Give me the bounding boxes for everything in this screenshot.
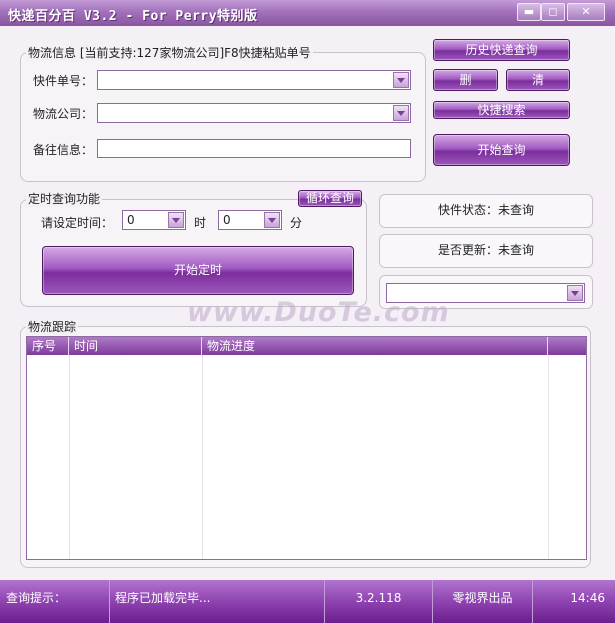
minute-value: 0 <box>223 213 231 227</box>
chevron-down-icon[interactable] <box>168 212 184 228</box>
hour-value: 0 <box>127 213 135 227</box>
column-time <box>69 355 203 559</box>
tracking-group-label: 物流跟踪 <box>26 318 79 335</box>
version-text: 3.2.118 <box>325 580 433 623</box>
window-title: 快递百分百 V3.2 - For Perry特别版 <box>8 9 258 24</box>
set-time-label: 请设定时间： <box>41 216 114 230</box>
company-select[interactable] <box>97 103 411 123</box>
chevron-down-icon[interactable] <box>567 285 583 301</box>
column-header-progress[interactable]: 物流进度 <box>202 337 548 355</box>
tracking-number-input[interactable] <box>97 70 411 90</box>
column-index <box>27 355 70 559</box>
history-query-button[interactable]: 历史快递查询 <box>433 39 570 61</box>
status-bar: 查询提示： 程序已加载完毕... 3.2.118 零视界出品 14:46 <box>0 580 615 623</box>
quick-search-button[interactable]: 快捷搜索 <box>433 101 570 119</box>
maximize-button[interactable]: ◻ <box>541 3 565 21</box>
remark-label: 备往信息： <box>33 143 94 157</box>
hour-select[interactable]: 0 <box>122 210 186 230</box>
start-timer-button[interactable]: 开始定时 <box>42 246 354 295</box>
timer-group-label: 定时查询功能 <box>26 190 103 207</box>
minimize-button[interactable]: ▬ <box>517 3 541 21</box>
package-status-box: 快件状态：未查询 <box>379 194 593 228</box>
status-label: 查询提示： <box>0 580 110 623</box>
minute-select[interactable]: 0 <box>218 210 282 230</box>
start-query-button[interactable]: 开始查询 <box>433 134 570 166</box>
close-button[interactable]: ✕ <box>567 3 605 21</box>
chevron-down-icon[interactable] <box>264 212 280 228</box>
loop-query-button[interactable]: 循环查询 <box>298 190 362 207</box>
chevron-down-icon[interactable] <box>393 72 409 88</box>
clock-text: 14:46 <box>570 591 605 605</box>
minute-unit-label: 分 <box>290 216 303 230</box>
tracking-table[interactable]: 序号 时间 物流进度 <box>26 336 587 560</box>
chevron-down-icon[interactable] <box>393 105 409 121</box>
status-message: 程序已加载完毕... <box>110 580 325 623</box>
title-bar[interactable]: 快递百分百 V3.2 - For Perry特别版 ▬ ◻ ✕ <box>0 0 615 26</box>
logistics-info-label: 物流信息 [当前支持:127家物流公司]F8快捷粘贴单号 <box>26 44 313 61</box>
update-status-box: 是否更新：未查询 <box>379 234 593 268</box>
app-window: 快递百分百 V3.2 - For Perry特别版 ▬ ◻ ✕ 物流信息 [当前… <box>0 0 615 623</box>
company-label: 物流公司： <box>33 107 94 121</box>
column-header-time[interactable]: 时间 <box>69 337 202 355</box>
remark-input[interactable] <box>97 139 411 158</box>
tracking-number-label: 快件单号： <box>33 74 94 88</box>
clear-button[interactable]: 清 <box>506 69 570 91</box>
column-progress <box>202 355 549 559</box>
hour-unit-label: 时 <box>194 216 207 230</box>
publisher-text: 零视界出品 <box>433 580 533 623</box>
column-header-index[interactable]: 序号 <box>27 337 69 355</box>
watermark: www.DuoTe.com <box>187 297 450 328</box>
table-header: 序号 时间 物流进度 <box>27 337 586 355</box>
delete-button[interactable]: 删 <box>433 69 498 91</box>
